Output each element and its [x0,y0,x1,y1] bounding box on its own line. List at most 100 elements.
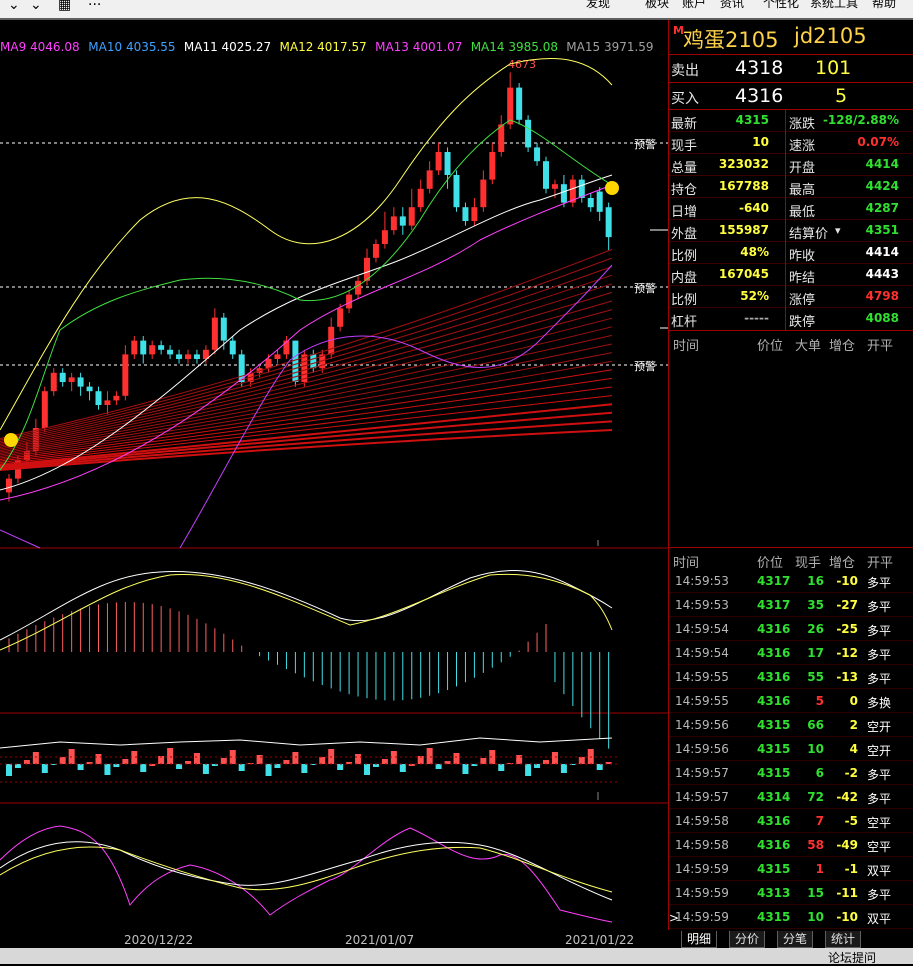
tab-detail[interactable]: 明细 [681,931,718,948]
tick-oi-change: -11 [836,886,858,900]
menu-item-personalize[interactable]: 个性化 [763,0,799,12]
stat-label: 速涨 [789,139,816,154]
menu-item-account[interactable]: 账户 [682,0,706,12]
stat-value: 4443 [865,267,899,281]
candle-body [408,207,415,226]
tick-type: 双平 [867,912,892,926]
stat-row: 现手 10 速涨 0.07% [669,132,913,154]
tick-header: 时间 价位 现手 增仓 开平 [673,556,894,571]
oi-bar [23,760,30,764]
tick-price: 4316 [757,694,791,708]
macd-dif [0,570,613,641]
tick-row[interactable]: 14:59:58 4316 7 -5 空平 [669,809,913,833]
ask-volume: 101 [815,57,852,79]
tab-stats[interactable]: 统计 [825,931,862,948]
oi-bar [265,764,272,776]
tick-row[interactable]: 14:59:54 4316 17 -12 多平 [669,641,913,665]
oi-bar [32,752,39,764]
alert-label: 预警 [634,281,656,295]
oi-bar [355,754,362,764]
bid-price: 4316 [735,85,784,107]
oi-bar [498,764,505,771]
ma-line [0,369,613,460]
tick-volume: 66 [807,718,824,732]
candle-body [543,161,549,189]
oi-bar [77,764,84,770]
tick-oi-change: 0 [849,694,858,708]
candle-body [417,188,424,208]
tick-oi-change: -1 [844,862,858,876]
stat-label: 涨停 [789,293,816,308]
tab-trades[interactable]: 分笔 [777,931,814,948]
tick-time: 14:59:54 [675,622,729,636]
stat-value: 4414 [865,157,899,171]
oi-line [0,737,613,749]
tick-row[interactable]: 14:59:59 4313 15 -11 多平 [669,881,913,905]
candle-body [211,317,218,350]
tick-row[interactable]: 14:59:55 4316 5 0 多换 [669,689,913,713]
oi-bar [167,748,174,764]
candle-body [498,124,505,152]
macd-dea [0,573,613,651]
oi-bar [176,764,183,769]
more-icon[interactable]: ··· [88,0,101,13]
menu-item-news[interactable]: 资讯 [720,0,744,12]
tick-oi-change: -27 [836,598,858,612]
candle-body [462,207,469,221]
current-row-marker: > [669,911,680,925]
tick-volume: 7 [815,814,824,828]
status-bar: 论坛提问 [0,948,913,966]
tick-row[interactable]: 14:59:57 4315 6 -2 多平 [669,761,913,785]
tick-time: 14:59:57 [675,790,729,804]
tick-row[interactable]: 14:59:56 4315 10 4 空开 [669,737,913,761]
tick-row[interactable]: 14:59:57 4314 72 -42 多平 [669,785,913,809]
oi-bar [59,757,66,764]
candle-body [596,191,603,212]
menu-item-sectors[interactable]: 板块 [645,0,669,12]
tab-price[interactable]: 分价 [729,931,766,948]
oi-bar [95,754,102,764]
tick-row[interactable]: 14:59:53 4317 16 -10 多平 [669,569,913,593]
stat-value: 323032 [718,157,769,171]
stat-value: -128/2.88% [822,113,899,127]
kline-chart[interactable]: MA9 4046.08 MA10 4035.55 MA11 4025.27 MA12 … [0,20,669,930]
stat-label: 跌停 [789,315,816,330]
chevron-down-icon[interactable]: ⌄ [30,0,42,13]
oi-bar [426,748,433,764]
date-label: 2021/01/22 [565,933,635,947]
tick-row[interactable]: 14:59:59 4315 1 -1 双平 [669,857,913,881]
grid-icon[interactable]: ▦ [58,0,71,13]
tick-row[interactable]: 14:59:59 4315 10 -10 双平 [669,905,913,929]
tick-oi-change: 4 [849,742,858,756]
forum-link[interactable]: 论坛提问 [828,949,876,966]
chevron-down-icon[interactable]: ⌄ [8,0,20,13]
tick-row[interactable]: 14:59:54 4316 26 -25 多平 [669,617,913,641]
candle-body [131,340,138,355]
oi-bar [551,752,558,764]
tick-type: 多平 [867,600,892,614]
tick-price: 4315 [757,742,791,756]
oi-bar [238,764,245,771]
stat-label: 最低 [789,205,816,220]
dropdown-icon[interactable]: ▾ [835,224,841,237]
tick-price: 4316 [757,622,791,636]
oi-bar [596,764,603,770]
stat-value: 10 [752,135,769,149]
tick-row[interactable]: 14:59:56 4315 66 2 空开 [669,713,913,737]
candle-body [578,179,585,198]
tick-row[interactable]: 14:59:53 4317 35 -27 多平 [669,593,913,617]
tick-row[interactable]: 14:59:55 4316 55 -13 多平 [669,665,913,689]
menu-item-system-tools[interactable]: 系统工具 [810,0,858,12]
tick-volume: 15 [807,886,824,900]
tick-row[interactable]: 14:59:58 4316 58 -49 空平 [669,833,913,857]
candle-body [587,198,594,208]
menu-item-discover[interactable]: 发现 [586,0,610,12]
tick-oi-change: -5 [844,814,858,828]
menu-item-help[interactable]: 帮助 [872,0,896,12]
menu-bar: ⌄ ⌄ ▦ ··· 发现 板块 账户 资讯 个性化 系统工具 帮助 [0,0,913,18]
oi-bar [525,764,532,776]
candle-body [471,207,478,221]
tick-type: 空开 [867,720,892,734]
tick-type: 多平 [867,792,892,806]
tick-type: 多平 [867,672,892,686]
